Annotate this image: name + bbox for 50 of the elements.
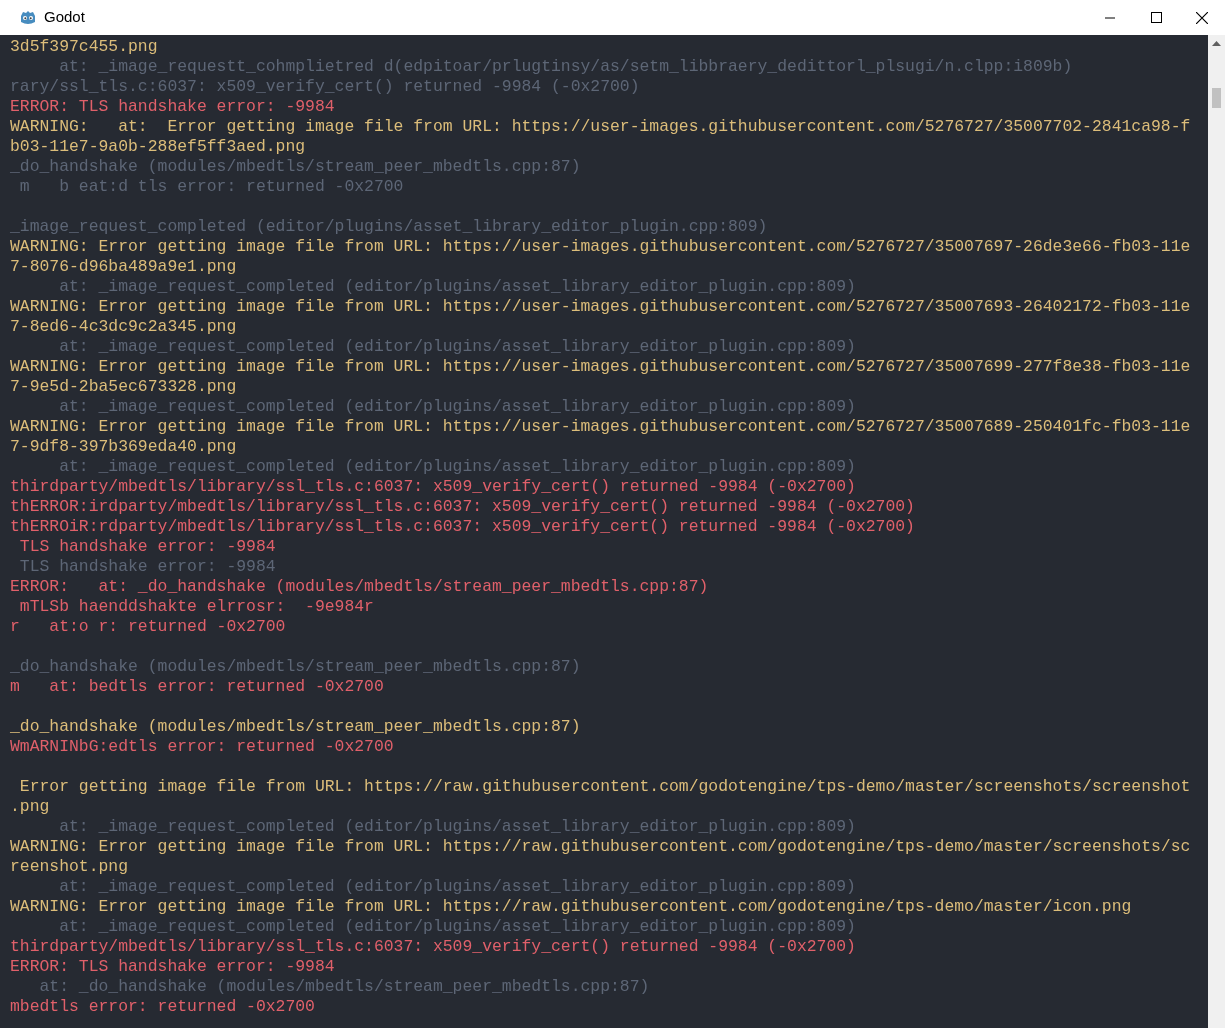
error-line: thirdparty/mbedtls/library/ssl_tls.c:6037: x509_verify_cert() returned -9984 (-0x2700): [10, 937, 857, 957]
warning-line: 7-9df8-397b369eda40.png: [10, 437, 238, 457]
warning-line: _do_handshake (modules/mbedtls/stream_peer_mbedtls.cpp:87): [10, 717, 582, 737]
error-line: r at:o r: returned -0x2700: [10, 617, 287, 637]
error-line: TLS handshake error: -9984: [18, 537, 277, 557]
warning-line: WARNING: Error getting image file from URL: https://user-images.githubusercontent.com/5276727/35007697-26de3e66-fb03-11e: [10, 237, 1192, 257]
trace-line: at: _image_request_completed (editor/plugins/asset_library_editor_plugin.cpp:809): [58, 917, 857, 937]
error-line: m at: bedtls error: returned -0x2700: [10, 677, 385, 697]
warning-line: reenshot.png: [10, 857, 130, 877]
error-line: ERROR: at: _do_handshake (modules/mbedtls/stream_peer_mbedtls.cpp:87): [10, 577, 710, 597]
warning-line: WARNING: Error getting image file from URL: https://user-images.githubusercontent.com/5276727/35007693-26402172-fb03-11e: [10, 297, 1192, 317]
error-line: ERROR: TLS handshake error: -9984: [10, 957, 336, 977]
trace-line: _do_handshake (modules/mbedtls/stream_peer_mbedtls.cpp:87): [10, 657, 582, 677]
error-line: WmARNINbG:edtls error: returned -0x2700: [10, 737, 395, 757]
scrollbar-thumb[interactable]: [1212, 88, 1221, 108]
warning-line: WARNING: at: Error getting image file from URL: https://user-images.githubusercontent.com/5276727/35007702-2841ca98-f: [10, 117, 1192, 137]
scroll-up-icon[interactable]: [1212, 41, 1221, 46]
trace-line: at: _image_request_completed (editor/plugins/asset_library_editor_plugin.cpp:809): [58, 277, 857, 297]
trace-line: _image_request_completed (editor/plugins/asset_library_editor_plugin.cpp:809): [10, 217, 769, 237]
warning-line: 3d5f397c455.png: [10, 37, 159, 57]
trace-line: at: _image_request_completed (editor/plugins/asset_library_editor_plugin.cpp:809): [58, 877, 857, 897]
trace-line: at: _image_request_completed (editor/plugins/asset_library_editor_plugin.cpp:809): [58, 337, 857, 357]
error-line: thERROiR:rdparty/mbedtls/library/ssl_tls.c:6037: x509_verify_cert() returned -9984 (-0x2700): [10, 517, 916, 537]
trace-line: at: _image_request_completed (editor/plugins/asset_library_editor_plugin.cpp:809): [58, 817, 857, 837]
trace-line: at: _image_requestt_cohmplietred d(edpitoar/prlugtinsy/as/setm_libbraery_dedittorl_plsugi/n.clpp:i809b): [58, 57, 1074, 77]
trace-line: TLS handshake error: -9984: [18, 557, 277, 577]
warning-line: 7-9e5d-2ba5ec673328.png: [10, 377, 238, 397]
error-line: mTLSb haenddshakte elrrosr: -9e984r: [18, 597, 375, 617]
trace-line: at: _do_handshake (modules/mbedtls/stream_peer_mbedtls.cpp:87): [38, 977, 651, 997]
warning-line: 7-8ed6-4c3dc9c2a345.png: [10, 317, 238, 337]
warning-line: WARNING: Error getting image file from URL: https://user-images.githubusercontent.com/5276727/35007689-250401fc-fb03-11e: [10, 417, 1192, 437]
scrollbar[interactable]: [1208, 35, 1225, 1028]
warning-line: WARNING: Error getting image file from URL: https://raw.githubusercontent.com/godotengine/tps-demo/master/icon.png: [10, 897, 1133, 917]
warning-line: 7-8076-d96ba489a9e1.png: [10, 257, 238, 277]
warning-line: WARNING: Error getting image file from URL: https://raw.githubusercontent.com/godotengine/tps-demo/master/screenshots/sc: [10, 837, 1192, 857]
window-title: Godot: [44, 7, 85, 28]
warning-line: b03-11e7-9a0b-288ef5ff3aed.png: [10, 137, 307, 157]
warning-line: WARNING: Error getting image file from URL: https://user-images.githubusercontent.com/5276727/35007699-277f8e38-fb03-11e: [10, 357, 1192, 377]
error-line: thERROR:irdparty/mbedtls/library/ssl_tls.c:6037: x509_verify_cert() returned -9984 (-0x2700): [10, 497, 916, 517]
app-logo-icon: [19, 8, 37, 27]
warning-line: Error getting image file from URL: https://raw.githubusercontent.com/godotengine/tps-demo/master/screenshots/screenshot: [18, 777, 1192, 797]
error-line: ERROR: TLS handshake error: -9984: [10, 97, 336, 117]
error-line: thirdparty/mbedtls/library/ssl_tls.c:6037: x509_verify_cert() returned -9984 (-0x2700): [10, 477, 857, 497]
warning-line: .png: [10, 797, 51, 817]
trace-line: _do_handshake (modules/mbedtls/stream_peer_mbedtls.cpp:87): [10, 157, 582, 177]
trace-line: m b eat:d tls error: returned -0x2700: [18, 177, 405, 197]
error-line: mbedtls error: returned -0x2700: [10, 997, 316, 1017]
trace-line: at: _image_request_completed (editor/plugins/asset_library_editor_plugin.cpp:809): [58, 397, 857, 417]
trace-line: rary/ssl_tls.c:6037: x509_verify_cert() returned -9984 (-0x2700): [10, 77, 641, 97]
trace-line: at: _image_request_completed (editor/plugins/asset_library_editor_plugin.cpp:809): [58, 457, 857, 477]
